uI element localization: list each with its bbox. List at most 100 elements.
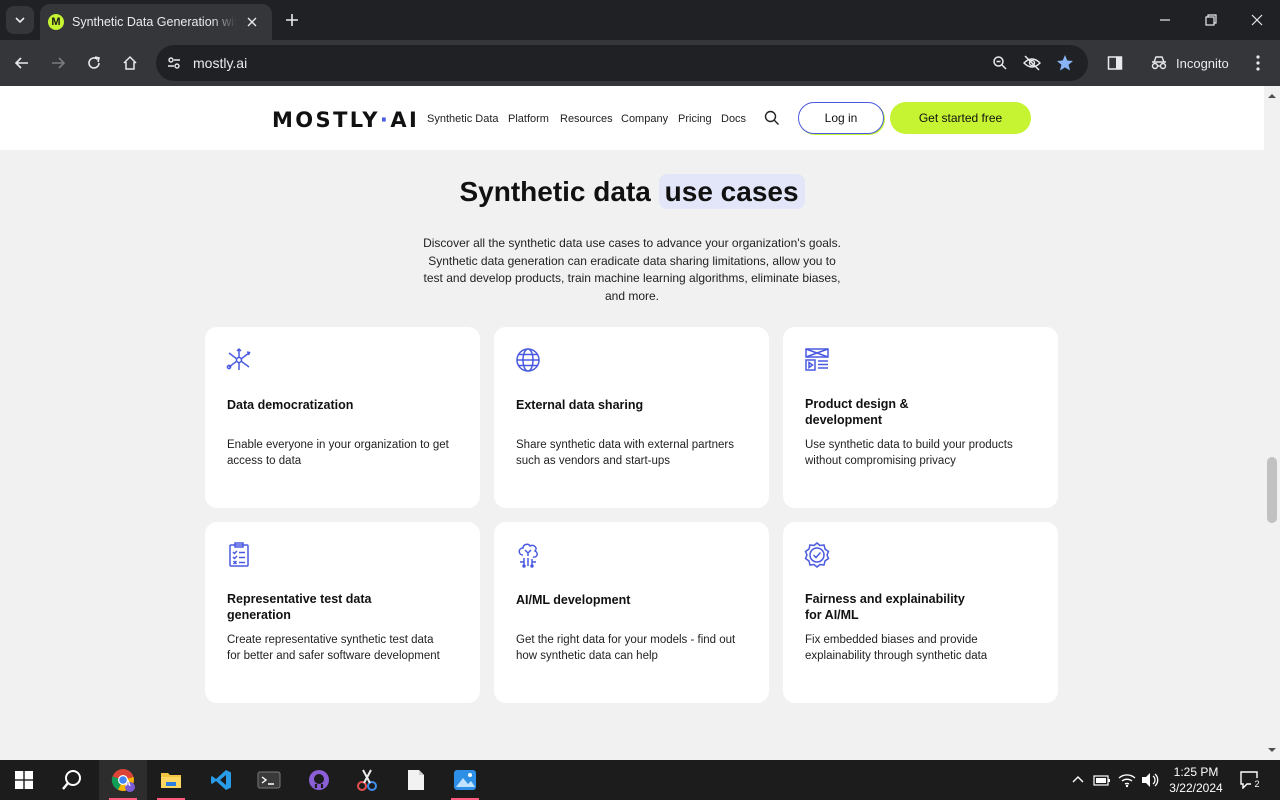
checklist-icon	[229, 542, 249, 567]
start-button[interactable]	[0, 760, 48, 800]
scrollbar-thumb[interactable]	[1267, 457, 1277, 523]
reload-button[interactable]	[80, 49, 108, 77]
section-heading: Synthetic data use cases	[0, 174, 1264, 209]
use-case-card-product-design[interactable]: Product design & development Use syntheti…	[783, 327, 1058, 508]
nav-link-docs[interactable]: Docs	[721, 113, 746, 125]
get-started-button[interactable]: Get started free	[890, 102, 1031, 134]
browser-toolbar: mostly.ai Incognito	[0, 40, 1280, 86]
taskbar-vscode[interactable]	[197, 760, 245, 800]
taskbar-photos[interactable]	[441, 760, 489, 800]
taskbar-terminal[interactable]	[245, 760, 293, 800]
card-title: AI/ML development	[516, 593, 631, 607]
address-bar[interactable]: mostly.ai	[156, 45, 1088, 81]
back-button[interactable]	[8, 49, 36, 77]
search-icon	[764, 110, 779, 125]
chevron-down-icon	[15, 17, 25, 24]
minimize-icon	[1160, 19, 1170, 21]
volume-button[interactable]	[1140, 770, 1160, 790]
taskbar-notepad[interactable]	[392, 760, 440, 800]
network-button[interactable]	[1117, 770, 1137, 790]
eye-off-icon[interactable]	[1020, 51, 1044, 75]
scroll-up-icon[interactable]	[1268, 92, 1276, 100]
card-description: Get the right data for your models - fin…	[516, 634, 736, 662]
scroll-down-icon[interactable]	[1268, 746, 1276, 754]
zoom-icon[interactable]	[988, 51, 1012, 75]
nav-link-synthetic-data[interactable]: Synthetic Data	[427, 113, 499, 125]
tray-overflow-button[interactable]	[1068, 770, 1088, 790]
tab-search-button[interactable]	[6, 6, 34, 34]
bookmark-star-icon[interactable]	[1053, 51, 1077, 75]
browser-menu-button[interactable]	[1244, 49, 1272, 77]
taskbar-chrome[interactable]: A	[99, 760, 147, 800]
battery-button[interactable]	[1092, 770, 1112, 790]
arrow-right-icon	[52, 57, 66, 69]
use-case-card-ai-ml-development[interactable]: AI/ML development Get the right data for…	[494, 522, 769, 703]
layout-icon	[805, 348, 829, 371]
minimize-button[interactable]	[1142, 0, 1188, 40]
new-tab-button[interactable]	[280, 8, 304, 32]
taskbar-github-desktop[interactable]	[295, 760, 343, 800]
taskbar-snipping-tool[interactable]	[343, 760, 391, 800]
wifi-icon	[1118, 774, 1136, 788]
notification-count: 2	[1251, 778, 1263, 790]
use-case-card-data-democratization[interactable]: Data democratization Enable everyone in …	[205, 327, 480, 508]
incognito-label: Incognito	[1176, 55, 1229, 71]
document-icon	[408, 770, 424, 790]
chevron-up-icon	[1072, 776, 1084, 783]
login-button[interactable]: Log in	[798, 102, 884, 134]
browser-tab[interactable]: M Synthetic Data Generation with	[40, 4, 272, 40]
folder-icon	[161, 773, 181, 788]
browser-tab-bar: M Synthetic Data Generation with	[0, 0, 1280, 40]
page-viewport: MOSTLY·AI Synthetic Data Platform Resour…	[0, 86, 1280, 760]
side-panel-icon	[1107, 56, 1123, 70]
taskbar-file-explorer[interactable]	[147, 760, 195, 800]
tab-close-button[interactable]	[244, 14, 260, 30]
clock-date: 3/22/2024	[1169, 781, 1223, 795]
nav-link-resources[interactable]: Resources	[560, 113, 613, 125]
close-window-button[interactable]	[1234, 0, 1280, 40]
nav-link-company[interactable]: Company	[621, 113, 668, 125]
card-title: Representative test data generation	[227, 592, 372, 622]
system-clock[interactable]: 1:25 PM 3/22/2024	[1164, 764, 1228, 796]
page-scrollbar[interactable]	[1264, 86, 1280, 760]
close-icon	[1251, 14, 1263, 26]
windows-taskbar: A 1:25 PM 3/22/2024 2	[0, 760, 1280, 800]
mostly-ai-logo[interactable]: MOSTLY·AI	[272, 108, 419, 132]
taskbar-search-button[interactable]	[48, 760, 96, 800]
use-case-card-external-data-sharing[interactable]: External data sharing Share synthetic da…	[494, 327, 769, 508]
restore-icon	[1205, 14, 1217, 26]
card-title: Product design & development	[805, 397, 909, 427]
favicon: M	[48, 14, 64, 30]
battery-icon	[1093, 775, 1110, 786]
nav-link-platform[interactable]: Platform	[508, 113, 549, 125]
site-search-button[interactable]	[764, 110, 782, 128]
card-description: Fix embedded biases and provide explainab…	[805, 634, 988, 662]
search-icon	[62, 770, 81, 790]
section-intro: Discover all the synthetic data use case…	[423, 236, 841, 303]
more-vertical-icon	[1256, 55, 1260, 71]
home-icon	[123, 55, 137, 70]
card-description: Share synthetic data with external partn…	[516, 439, 734, 467]
windows-logo-icon	[15, 771, 33, 789]
notification-center-button[interactable]: 2	[1238, 770, 1263, 790]
ai-brain-icon	[518, 543, 538, 568]
plus-icon	[286, 14, 298, 26]
home-button[interactable]	[116, 49, 144, 77]
url-text: mostly.ai	[193, 55, 248, 71]
scissors-icon	[357, 769, 377, 791]
nav-link-pricing[interactable]: Pricing	[678, 113, 712, 125]
site-settings-icon[interactable]	[162, 51, 186, 75]
arrow-left-icon	[14, 57, 28, 69]
incognito-indicator[interactable]: Incognito	[1140, 47, 1239, 79]
site-header: MOSTLY·AI Synthetic Data Platform Resour…	[0, 86, 1264, 150]
use-case-card-fairness[interactable]: Fairness and explainability for AI/ML Fix…	[783, 522, 1058, 703]
restore-button[interactable]	[1188, 0, 1234, 40]
reload-icon	[88, 56, 100, 69]
tab-title: Synthetic Data Generation with	[72, 15, 236, 29]
vscode-icon	[211, 770, 231, 790]
use-case-card-test-data[interactable]: Representative test data generation Creat…	[205, 522, 480, 703]
forward-button[interactable]	[44, 49, 72, 77]
side-panel-button[interactable]	[1101, 49, 1129, 77]
heading-highlight: use cases	[658, 174, 805, 209]
terminal-icon	[257, 771, 281, 789]
